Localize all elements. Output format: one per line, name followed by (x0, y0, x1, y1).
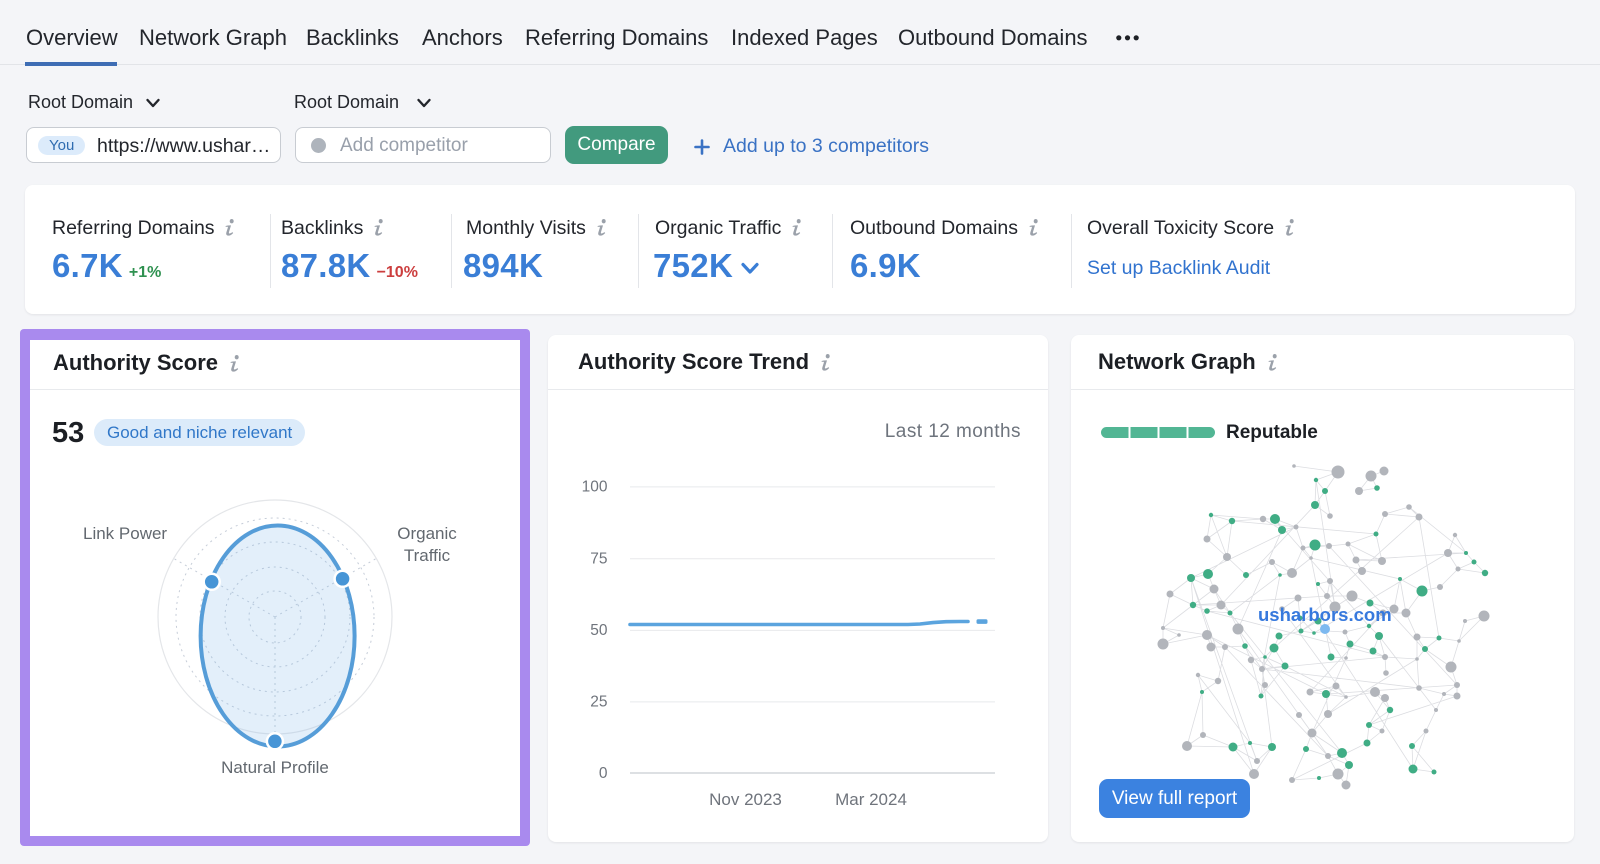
svg-text:Nov 2023: Nov 2023 (709, 790, 782, 809)
svg-text:0: 0 (599, 765, 608, 782)
svg-text:Mar 2024: Mar 2024 (835, 790, 907, 809)
svg-text:100: 100 (582, 479, 608, 496)
svg-text:50: 50 (590, 622, 608, 639)
svg-text:75: 75 (590, 550, 607, 567)
svg-text:25: 25 (590, 694, 607, 711)
